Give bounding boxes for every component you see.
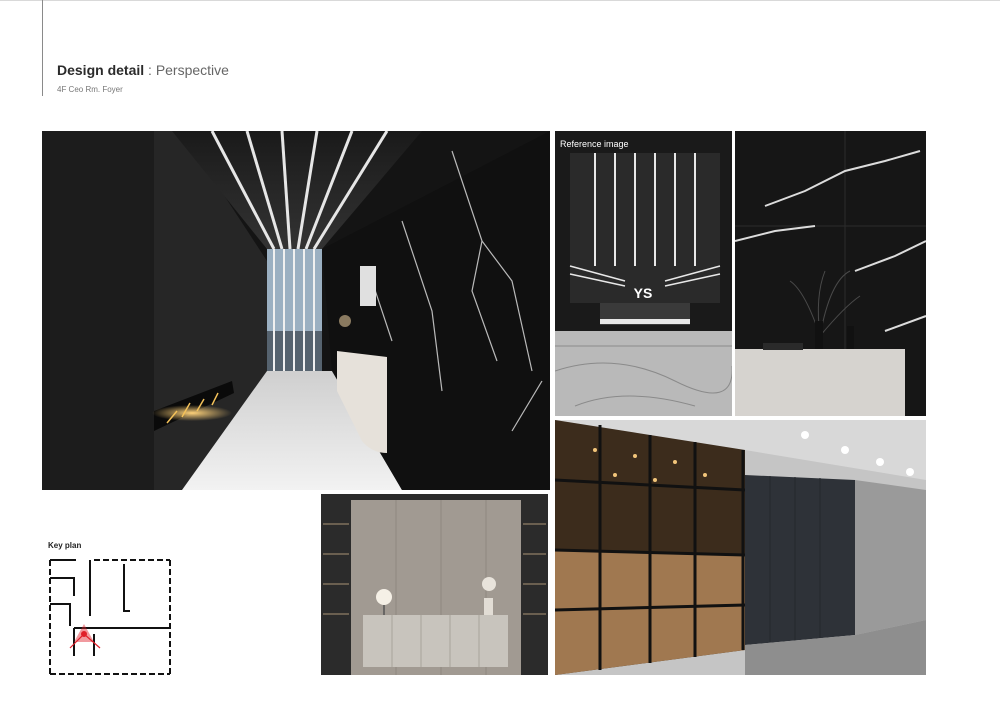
- key-plan-label: Key plan: [48, 541, 82, 550]
- title-light: Perspective: [155, 62, 229, 78]
- cabinet-image: [321, 494, 548, 675]
- glass-wall-image: [555, 420, 926, 675]
- title-separator: :: [148, 62, 152, 78]
- main-perspective-image: [42, 131, 550, 490]
- header-accent-line: [42, 0, 43, 96]
- reference-image-label: Reference image: [560, 139, 629, 149]
- page-subtitle: 4F Ceo Rm. Foyer: [57, 85, 123, 94]
- key-plan-diagram: [49, 559, 171, 675]
- marble-wall-image: [735, 131, 926, 416]
- reference-image: YS Reference image: [555, 131, 732, 416]
- title-bold: Design detail: [57, 62, 145, 78]
- page-title: Design detail : Perspective: [57, 62, 229, 78]
- top-divider: [0, 0, 1000, 1]
- reference-logo: YS: [634, 285, 653, 301]
